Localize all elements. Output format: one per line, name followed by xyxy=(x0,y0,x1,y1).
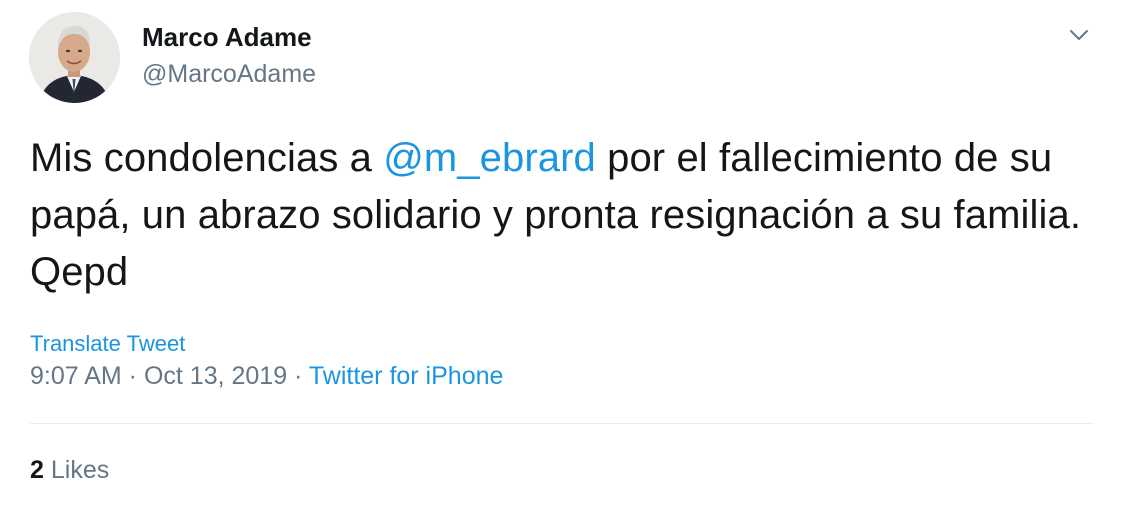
author-display-name[interactable]: Marco Adame xyxy=(142,22,312,53)
tweet-date[interactable]: Oct 13, 2019 xyxy=(144,362,287,390)
avatar-image xyxy=(29,12,120,103)
tweet-time[interactable]: 9:07 AM xyxy=(30,362,122,390)
likes-stat[interactable]: 2 Likes xyxy=(30,456,109,485)
author-handle[interactable]: @MarcoAdame xyxy=(142,60,316,89)
tweet-text: Mis condolencias a @m_ebrard por el fall… xyxy=(30,130,1100,301)
chevron-down-icon xyxy=(1070,30,1088,40)
tweet-source-link[interactable]: Twitter for iPhone xyxy=(309,362,504,390)
tweet-text-part: Mis condolencias a xyxy=(30,136,384,180)
meta-separator: · xyxy=(121,362,144,390)
tweet-menu-button[interactable] xyxy=(1066,22,1092,48)
tweet-metadata: 9:07 AM · Oct 13, 2019 · Twitter for iPh… xyxy=(30,362,503,391)
avatar[interactable] xyxy=(29,12,120,103)
mention-link[interactable]: @m_ebrard xyxy=(383,136,596,180)
meta-separator: · xyxy=(287,362,309,390)
divider xyxy=(30,423,1094,424)
likes-label: Likes xyxy=(50,456,110,484)
likes-count: 2 xyxy=(30,456,44,484)
translate-tweet-link[interactable]: Translate Tweet xyxy=(30,331,185,357)
tweet-card: Marco Adame @MarcoAdame Mis condolencias… xyxy=(0,0,1121,507)
